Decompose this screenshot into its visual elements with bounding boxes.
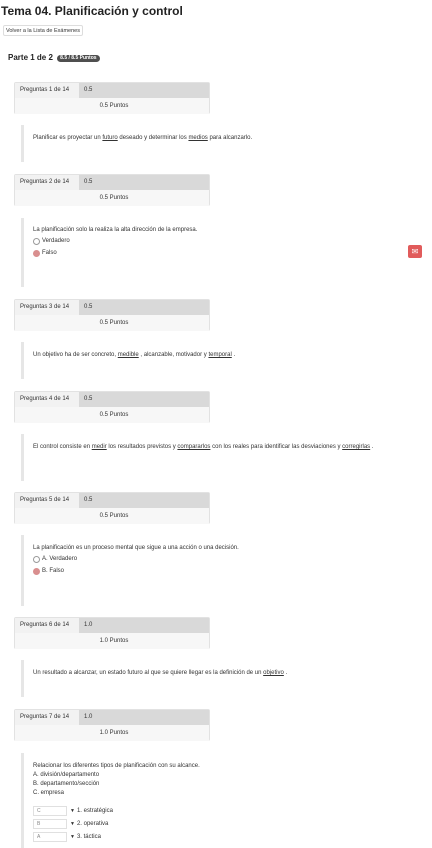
question-points: 0.5 Puntos — [15, 407, 209, 423]
answer-blank: medios — [188, 135, 208, 141]
match-item: A. división/departamento — [33, 772, 100, 778]
answer-blank: medir — [91, 444, 107, 450]
answer-blank: medible — [117, 352, 139, 358]
match-item: B. departamento/sección — [33, 781, 100, 787]
feedback-icon[interactable]: ✉ — [408, 245, 422, 258]
question-score: 0.5 — [84, 87, 93, 93]
question-header: Preguntas 3 de 14 0.5 0.5 Puntos — [14, 299, 210, 331]
answer-option[interactable]: A. Verdadero — [33, 553, 411, 565]
match-select[interactable]: C — [33, 806, 67, 816]
question-number: Preguntas 3 de 14 — [15, 300, 79, 315]
question-score: 1.0 — [84, 622, 93, 628]
question-text: Un objetivo ha de ser concreto, medible … — [33, 352, 236, 358]
question-text: Planificar es proyectar un futuro desead… — [33, 135, 253, 141]
answer-option[interactable]: Verdadero — [33, 235, 411, 247]
match-item: C. empresa — [33, 790, 65, 796]
chevron-down-icon[interactable]: ▼ — [70, 821, 75, 827]
match-row: A ▼ 3. táctica — [33, 831, 411, 843]
part-heading: Parte 1 de 2 8.5 / 8.5 Puntos — [8, 53, 100, 62]
question-number: Preguntas 7 de 14 — [15, 710, 79, 725]
question-text: Relacionar los diferentes tipos de plani… — [33, 763, 200, 769]
match-select[interactable]: A — [33, 832, 67, 842]
question-points: 1.0 Puntos — [15, 633, 209, 649]
question-body: Relacionar los diferentes tipos de plani… — [21, 753, 411, 848]
radio-selected-icon[interactable] — [33, 249, 40, 257]
chevron-down-icon[interactable]: ▼ — [70, 834, 75, 840]
answer-option-selected[interactable]: B. Falso — [33, 565, 411, 577]
question-points: 0.5 Puntos — [15, 98, 209, 114]
question-body: Un resultado a alcanzar, un estado futur… — [21, 660, 411, 697]
question-points: 0.5 Puntos — [15, 508, 209, 524]
question-header: Preguntas 6 de 14 1.0 1.0 Puntos — [14, 617, 210, 649]
question-points: 0.5 Puntos — [15, 315, 209, 331]
answer-blank: corregirlas — [342, 444, 371, 450]
question-body: Un objetivo ha de ser concreto, medible … — [21, 342, 411, 379]
question-score: 1.0 — [84, 714, 93, 720]
answer-blank: temporal — [208, 352, 232, 358]
question-number: Preguntas 6 de 14 — [15, 618, 79, 633]
question-header: Preguntas 7 de 14 1.0 1.0 Puntos — [14, 709, 210, 741]
chevron-down-icon[interactable]: ▼ — [70, 808, 75, 814]
question-text: El control consiste en medir los resulta… — [33, 444, 374, 450]
back-to-exams-button[interactable]: Volver a la Lista de Exámenes — [3, 25, 83, 36]
match-select[interactable]: B — [33, 819, 67, 829]
question-header: Preguntas 1 de 14 0.5 0.5 Puntos — [14, 82, 210, 114]
match-label: 3. táctica — [76, 834, 101, 840]
question-points: 0.5 Puntos — [15, 190, 209, 206]
question-text: La planificación es un proceso mental qu… — [33, 545, 239, 551]
match-label: 1. estratégica — [76, 808, 113, 814]
question-text: Un resultado a alcanzar, un estado futur… — [33, 670, 288, 676]
question-number: Preguntas 5 de 14 — [15, 493, 79, 508]
question-header: Preguntas 2 de 14 0.5 0.5 Puntos — [14, 174, 210, 206]
match-label: 2. operativa — [76, 821, 109, 827]
question-score: 0.5 — [84, 179, 93, 185]
question-body: La planificación solo la realiza la alta… — [21, 218, 411, 287]
question-body: Planificar es proyectar un futuro desead… — [21, 125, 411, 162]
match-row: C ▼ 1. estratégica — [33, 805, 411, 817]
question-score: 0.5 — [84, 497, 93, 503]
question-score: 0.5 — [84, 396, 93, 402]
question-text: La planificación solo la realiza la alta… — [33, 227, 198, 233]
page-title: Tema 04. Planificación y control — [1, 4, 183, 18]
question-header: Preguntas 4 de 14 0.5 0.5 Puntos — [14, 391, 210, 423]
radio-selected-icon[interactable] — [33, 567, 40, 575]
question-points: 1.0 Puntos — [15, 725, 209, 741]
question-number: Preguntas 1 de 14 — [15, 83, 79, 98]
match-row: B ▼ 2. operativa — [33, 818, 411, 830]
part-label: Parte 1 de 2 — [8, 53, 53, 62]
question-number: Preguntas 4 de 14 — [15, 392, 79, 407]
part-score-badge: 8.5 / 8.5 Puntos — [57, 55, 100, 62]
question-body: El control consiste en medir los resulta… — [21, 434, 411, 481]
question-number: Preguntas 2 de 14 — [15, 175, 79, 190]
answer-blank: objetivo — [263, 670, 284, 676]
question-body: La planificación es un proceso mental qu… — [21, 535, 411, 606]
question-header: Preguntas 5 de 14 0.5 0.5 Puntos — [14, 492, 210, 524]
radio-icon[interactable] — [33, 555, 40, 563]
question-score: 0.5 — [84, 304, 93, 310]
answer-blank: futuro — [102, 135, 118, 141]
radio-icon[interactable] — [33, 237, 40, 245]
answer-blank: compararlos — [177, 444, 211, 450]
answer-option-selected[interactable]: Falso — [33, 247, 411, 259]
